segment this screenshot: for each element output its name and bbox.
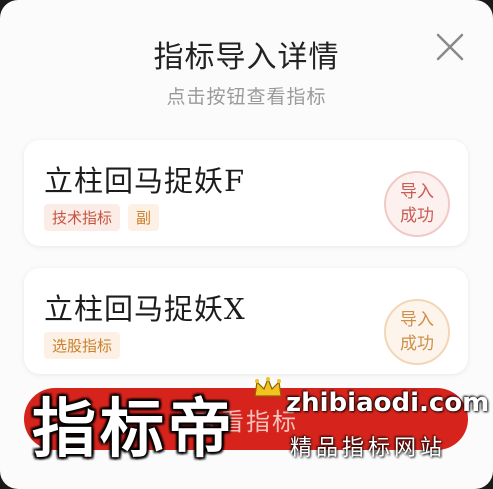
tag-list: 选股指标	[44, 332, 121, 359]
import-details-dialog: 指标导入详情 点击按钮查看指标 立柱回马捉妖F 技术指标 副 导入 成功 立柱回…	[0, 0, 493, 489]
tag-list: 技术指标 副	[44, 204, 160, 231]
close-icon[interactable]	[433, 30, 467, 64]
crown-icon	[252, 376, 284, 400]
tag-sub: 副	[128, 204, 160, 231]
indicator-card[interactable]: 立柱回马捉妖X 选股指标 导入 成功	[24, 268, 468, 374]
tag-technical: 技术指标	[44, 204, 121, 231]
tag-stock-selection: 选股指标	[44, 332, 121, 359]
indicator-card[interactable]: 立柱回马捉妖F 技术指标 副 导入 成功	[24, 140, 468, 246]
import-success-stamp: 导入 成功	[384, 171, 450, 237]
watermark-brand: 指标帝	[32, 393, 236, 467]
indicator-name: 立柱回马捉妖F	[44, 164, 246, 198]
dialog-title: 指标导入详情	[153, 40, 340, 75]
stamp-line-1: 导入	[400, 310, 434, 330]
import-success-stamp: 导入 成功	[384, 299, 450, 365]
indicator-name: 立柱回马捉妖X	[44, 292, 246, 326]
stamp-line-2: 成功	[400, 334, 434, 354]
dialog-subtitle: 点击按钮查看指标	[166, 86, 327, 108]
watermark-slogan: 精品指标网站	[290, 436, 447, 461]
watermark-site: zhibiaodi.com	[286, 388, 490, 418]
stamp-line-2: 成功	[400, 206, 434, 226]
stamp-line-1: 导入	[400, 182, 434, 202]
